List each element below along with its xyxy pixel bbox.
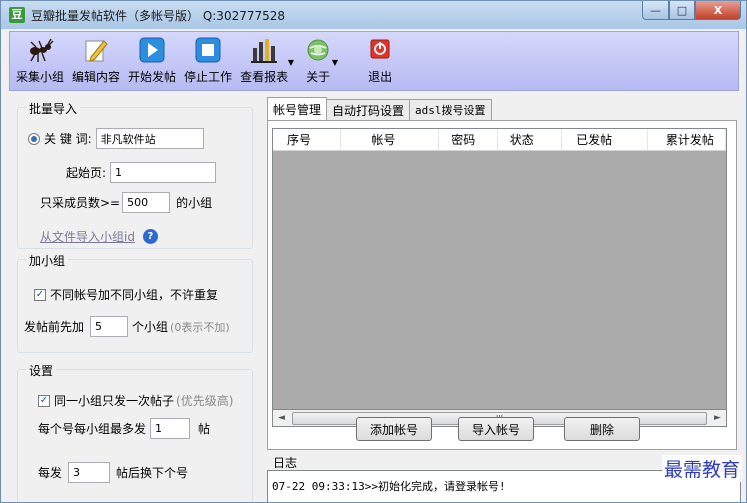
import-from-file-link[interactable]: 从文件导入小组id [40,228,135,245]
tab-auto-captcha[interactable]: 自动打码设置 [326,99,411,120]
scroll-right-icon[interactable]: ► [709,413,726,423]
post-once-checkbox[interactable]: ✓ [38,394,50,407]
start-page-label: 起始页: [66,166,107,180]
delete-button[interactable]: 删除 [564,417,640,441]
exit-button[interactable]: 退出 [366,32,394,85]
join-group-group: 加小组 ✓ 不同帐号加不同小组，不许重复 发帖前先加 5 个小组 (0表示不加) [17,252,253,353]
column-header[interactable]: 帐号 [341,129,440,150]
switch-account-suffix: 帖后换下个号 [116,466,189,480]
edit-content-label: 编辑内容 [72,70,121,84]
collect-groups-label: 采集小组 [16,70,65,84]
toolbar: 采集小组 编辑内容 开始发帖 停止工作 查看报表 ▼ 关于 ▼ 退出 [9,31,739,91]
left-pane: 批量导入 关 键 词: 非凡软件站 起始页: 1 只采成员数>= 500 的小组… [17,97,257,502]
pre-join-label: 发帖前先加 [24,320,85,334]
pre-join-input[interactable]: 5 [90,316,129,337]
app-icon: 豆 [9,7,25,23]
power-icon [366,36,394,64]
column-header[interactable]: 序号 [273,129,342,150]
batch-import-title: 批量导入 [26,100,81,117]
about-button[interactable]: 关于 ▼ [304,32,338,85]
view-report-label: 查看报表 [240,70,289,84]
settings-title: 设置 [26,362,57,379]
min-members-label: 只采成员数>= [40,196,121,210]
post-once-label: 同一小组只发一次帖子 [54,394,175,408]
keyword-label: 关 键 词: [44,132,92,146]
start-posting-label: 开始发帖 [128,70,177,84]
log-title: 日志 [273,456,298,470]
window-controls: — □ X [642,1,741,20]
max-posts-input[interactable]: 1 [150,418,191,439]
view-report-button[interactable]: 查看报表 ▼ [240,32,294,85]
no-duplicate-label: 不同帐号加不同小组，不许重复 [50,288,219,302]
max-posts-label: 每个号每小组最多发 [38,422,147,436]
min-members-input[interactable]: 500 [122,192,171,213]
tab-account-management[interactable]: 帐号管理 [267,97,328,120]
window-title: 豆瓣批量发帖软件（多帐号版） Q:302777528 [31,8,286,23]
chevron-down-icon[interactable]: ▼ [288,58,294,67]
post-once-hint: (优先级高) [176,394,234,408]
accounts-table-header: 序号 帐号 密码 状态 已发帖 累计发帖 [273,129,726,151]
max-posts-suffix: 帖 [198,422,211,436]
tab-strip: 帐号管理 自动打码设置 adsl拨号设置 [267,97,492,120]
stop-work-button[interactable]: 停止工作 [184,32,232,85]
start-page-input[interactable]: 1 [110,162,217,183]
no-duplicate-checkbox[interactable]: ✓ [34,288,46,301]
play-icon [138,36,166,64]
column-header[interactable]: 已发帖 [562,129,648,150]
batch-import-group: 批量导入 关 键 词: 非凡软件站 起始页: 1 只采成员数>= 500 的小组… [17,100,253,249]
column-header[interactable]: 累计发帖 [648,129,726,150]
pre-join-suffix: 个小组 [132,320,169,334]
globe-icon [304,36,332,64]
pencil-icon [82,36,110,64]
about-label: 关于 [306,70,331,84]
exit-label: 退出 [368,70,393,84]
help-icon[interactable]: ? [142,229,158,244]
pre-join-hint: (0表示不加) [170,320,230,334]
min-members-suffix: 的小组 [176,196,213,210]
join-group-title: 加小组 [26,252,69,269]
minimize-button[interactable]: — [642,1,669,20]
bar-chart-icon [250,36,278,64]
stop-icon [194,36,222,64]
settings-group: 设置 ✓ 同一小组只发一次帖子 (优先级高) 每个号每小组最多发 1 帖 每发 … [17,362,253,502]
keyword-radio[interactable] [28,132,40,145]
keyword-input[interactable]: 非凡软件站 [95,128,204,149]
start-posting-button[interactable]: 开始发帖 [128,32,176,85]
log-entry: 07-22 09:33:13>>初始化完成，请登录帐号! [272,480,506,493]
chevron-down-icon[interactable]: ▼ [332,58,338,67]
import-account-button[interactable]: 导入帐号 [458,417,534,441]
ant-icon [26,36,54,64]
scroll-left-icon[interactable]: ◄ [273,413,290,423]
stop-work-label: 停止工作 [184,70,233,84]
edit-content-button[interactable]: 编辑内容 [72,32,120,85]
app-window: 豆 豆瓣批量发帖软件（多帐号版） Q:302777528 — □ X 采集小组 [0,0,747,503]
switch-account-input[interactable]: 3 [68,462,111,483]
account-tab-panel: 序号 帐号 密码 状态 已发帖 累计发帖 ◄ III ► 添加帐号 导入帐号 删… [267,120,737,450]
tab-adsl-dialup[interactable]: adsl拨号设置 [409,99,492,120]
switch-account-label: 每发 [38,466,63,480]
column-header[interactable]: 状态 [498,129,563,150]
add-account-button[interactable]: 添加帐号 [356,417,432,441]
maximize-button[interactable]: □ [669,1,695,20]
collect-groups-button[interactable]: 采集小组 [16,32,64,85]
watermark: 最需教育 [661,455,742,482]
accounts-table[interactable]: 序号 帐号 密码 状态 已发帖 累计发帖 [272,128,727,410]
title-bar[interactable]: 豆 豆瓣批量发帖软件（多帐号版） Q:302777528 — □ X [1,1,746,29]
close-button[interactable]: X [695,1,741,20]
column-header[interactable]: 密码 [439,129,498,150]
